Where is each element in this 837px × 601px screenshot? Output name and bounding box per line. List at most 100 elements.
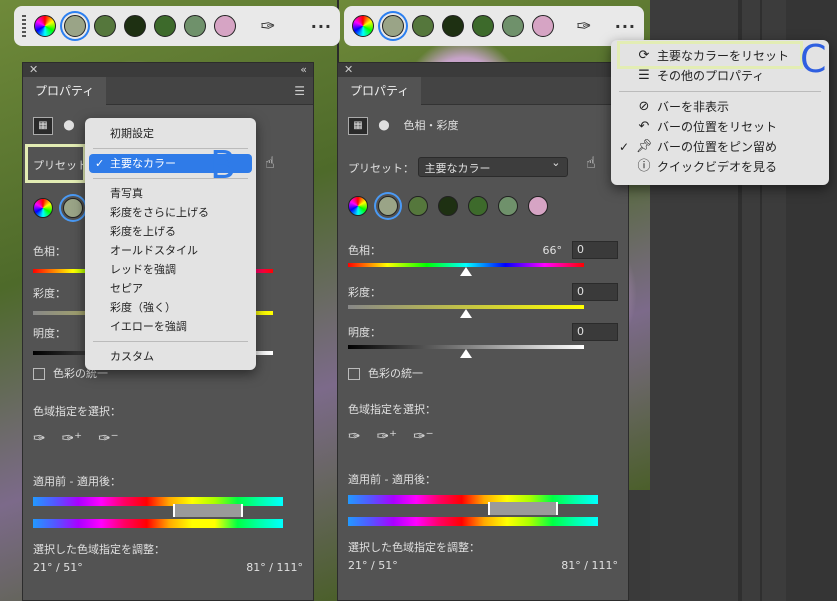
color-swatch[interactable] xyxy=(468,196,488,216)
colorize-checkbox[interactable] xyxy=(33,368,45,380)
lightness-slider-thumb[interactable] xyxy=(460,349,472,358)
undo-icon: ↶ xyxy=(638,119,650,134)
preset-option[interactable]: レッドを強調 xyxy=(85,260,256,279)
menu-item-quick-video[interactable]: ⓘ クイックビデオを見る xyxy=(611,157,829,177)
eyedropper-icon[interactable]: ✑ xyxy=(258,16,278,37)
lightness-input[interactable]: 0 xyxy=(572,323,618,341)
color-swatch[interactable] xyxy=(442,15,464,37)
color-range-bars[interactable] xyxy=(348,495,618,526)
preset-option[interactable]: オールドスタイル xyxy=(85,241,256,260)
colorize-label: 色彩の統一 xyxy=(368,367,423,380)
properties-tab[interactable]: プロパティ xyxy=(338,76,422,105)
color-swatch[interactable] xyxy=(528,196,548,216)
color-swatch[interactable] xyxy=(532,15,554,37)
color-swatch[interactable] xyxy=(378,196,398,216)
pin-icon: 📌︎ xyxy=(635,139,653,154)
preset-option[interactable]: セピア xyxy=(85,279,256,298)
annotation-letter-b: B xyxy=(210,143,237,187)
saturation-slider[interactable] xyxy=(348,305,584,318)
preset-option[interactable]: カスタム xyxy=(85,347,256,366)
color-wheel-swatch[interactable] xyxy=(352,15,374,37)
hue-slider[interactable] xyxy=(348,263,584,276)
contextual-task-bar-left: ✑ ··· xyxy=(14,6,340,46)
preset-option[interactable]: 彩度をさらに上げる xyxy=(85,203,256,222)
color-swatch[interactable] xyxy=(124,15,146,37)
preset-option[interactable]: 彩度を上げる xyxy=(85,222,256,241)
color-swatch[interactable] xyxy=(184,15,206,37)
color-swatch[interactable] xyxy=(502,15,524,37)
more-options-button[interactable]: ··· xyxy=(311,17,332,36)
color-range-label: 色域指定を選択： xyxy=(348,403,436,416)
color-swatch[interactable] xyxy=(472,15,494,37)
preset-label: プリセット： xyxy=(348,162,414,175)
drag-grip-icon[interactable] xyxy=(22,15,26,37)
range-left-value: 21° / 51° xyxy=(348,559,398,572)
lightness-label: 明度： xyxy=(348,326,381,339)
eyedropper-icon[interactable]: ✑ xyxy=(574,16,594,37)
contextual-task-bar-right: ✑ ··· xyxy=(344,6,644,46)
color-swatch[interactable] xyxy=(94,15,116,37)
close-icon[interactable]: ✕ xyxy=(29,63,38,77)
preset-option[interactable]: 彩度（強く） xyxy=(85,298,256,317)
menu-item-hide-bar[interactable]: ⊘ バーを非表示 xyxy=(611,97,829,117)
color-swatch[interactable] xyxy=(412,15,434,37)
color-wheel-swatch[interactable] xyxy=(33,198,53,218)
color-wheel-swatch[interactable] xyxy=(34,15,56,37)
annotation-highlight-preset xyxy=(25,144,86,183)
preset-option[interactable]: イエローを強調 xyxy=(85,317,256,336)
color-range-bars[interactable] xyxy=(33,497,303,528)
menu-item-label: バーの位置をピン留め xyxy=(657,140,778,154)
eyedropper-icon[interactable]: ✑ xyxy=(33,429,46,447)
saturation-label: 彩度： xyxy=(348,286,381,299)
menu-item-label: クイックビデオを見る xyxy=(657,160,778,174)
saturation-input[interactable]: 0 xyxy=(572,283,618,301)
color-swatch[interactable] xyxy=(63,198,83,218)
menu-item-pin-bar-position[interactable]: ✓ 📌︎ バーの位置をピン留め xyxy=(611,137,829,157)
menu-item-label: バーの位置をリセット xyxy=(657,120,778,134)
color-swatch[interactable] xyxy=(214,15,236,37)
targeted-adjustment-icon[interactable]: ☝ xyxy=(586,153,596,172)
targeted-adjustment-icon[interactable]: ☝ xyxy=(265,153,275,172)
menu-item-reset-bar-position[interactable]: ↶ バーの位置をリセット xyxy=(611,117,829,137)
preset-option[interactable]: 初期設定 xyxy=(85,124,256,143)
properties-tab[interactable]: プロパティ xyxy=(23,76,107,105)
mask-icon[interactable]: ⬤ xyxy=(59,117,79,135)
adjustment-layer-icon[interactable]: ▦ xyxy=(33,117,53,135)
close-icon[interactable]: ✕ xyxy=(344,63,353,77)
lightness-slider[interactable] xyxy=(348,345,584,358)
color-swatch[interactable] xyxy=(408,196,428,216)
color-swatch[interactable] xyxy=(382,15,404,37)
color-swatch[interactable] xyxy=(498,196,518,216)
color-range-label: 色域指定を選択： xyxy=(33,405,121,418)
color-wheel-swatch[interactable] xyxy=(348,196,368,216)
hue-degree: 66° xyxy=(542,243,563,257)
eyedropper-subtract-icon[interactable]: ✑⁻ xyxy=(98,429,119,447)
color-swatch[interactable] xyxy=(438,196,458,216)
eyedropper-add-icon[interactable]: ✑⁺ xyxy=(377,427,398,445)
mask-icon[interactable]: ⬤ xyxy=(374,117,394,135)
more-options-button[interactable]: ··· xyxy=(615,17,636,36)
menu-item-label: バーを非表示 xyxy=(657,100,730,114)
eyedropper-add-icon[interactable]: ✑⁺ xyxy=(62,429,83,447)
adjustment-layer-icon[interactable]: ▦ xyxy=(348,117,368,135)
eyedropper-subtract-icon[interactable]: ✑⁻ xyxy=(413,427,434,445)
colorize-checkbox[interactable] xyxy=(348,368,360,380)
saturation-slider-thumb[interactable] xyxy=(460,309,472,318)
panel-menu-icon[interactable]: ☰ xyxy=(294,84,305,98)
eyedropper-icon[interactable]: ✑ xyxy=(348,427,361,445)
color-swatch[interactable] xyxy=(154,15,176,37)
hue-label: 色相： xyxy=(33,245,66,258)
lightness-label: 明度： xyxy=(33,327,66,340)
annotation-letter-c: C xyxy=(800,37,827,81)
color-swatch[interactable] xyxy=(64,15,86,37)
collapse-icon[interactable]: « xyxy=(300,63,307,77)
preset-select[interactable]: 主要なカラー xyxy=(417,156,568,177)
info-icon: ⓘ xyxy=(637,159,651,174)
menu-item-label: その他のプロパティ xyxy=(657,69,765,83)
hue-label: 色相： xyxy=(348,244,381,257)
before-after-label: 適用前 - 適用後： xyxy=(348,473,436,486)
hue-input[interactable]: 0 xyxy=(572,241,618,259)
hue-slider-thumb[interactable] xyxy=(460,267,472,276)
adjust-range-label: 選択した色域指定を調整： xyxy=(33,543,165,556)
menu-item-more-properties[interactable]: ☰ その他のプロパティ xyxy=(611,66,829,86)
